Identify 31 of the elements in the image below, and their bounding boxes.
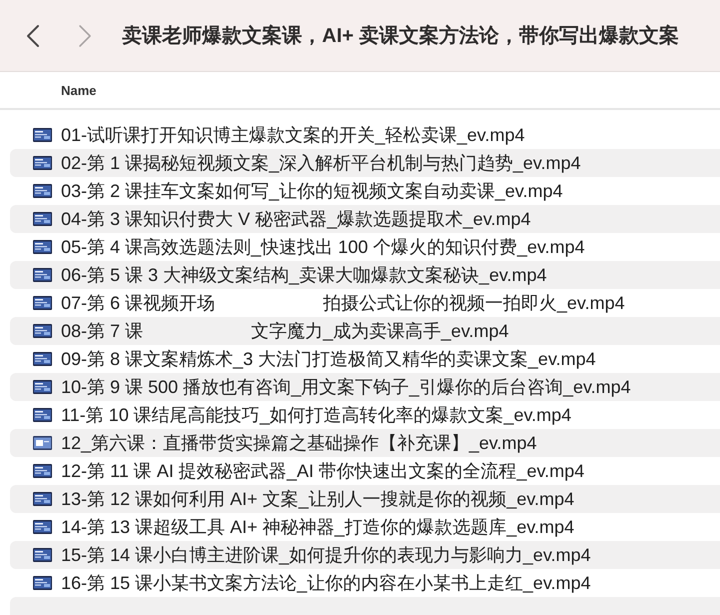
file-name: 10-第 9 课 500 播放也有咨询_用文案下钩子_引爆你的后台咨询_ev.mp4 [61, 376, 631, 399]
file-row[interactable]: 06-第 5 课 3 大神级文案结构_卖课大咖爆款文案秘诀_ev.mp4 [10, 261, 720, 289]
file-row[interactable]: 08-第 7 课 文字魔力_成为卖课高手_ev.mp4 [10, 317, 720, 345]
file-row[interactable]: 15-第 14 课小白博主进阶课_如何提升你的表现力与影响力_ev.mp4 [10, 541, 720, 569]
file-row[interactable]: 04-第 3 课知识付费大 V 秘密武器_爆款选题提取术_ev.mp4 [10, 205, 720, 233]
file-name: 02-第 1 课揭秘短视频文案_深入解析平台机制与热门趋势_ev.mp4 [61, 152, 581, 175]
file-name: 13-第 12 课如何利用 AI+ 文案_让别人一搜就是你的视频_ev.mp4 [61, 488, 574, 511]
window-title: 卖课老师爆款文案课，AI+ 卖课文案方法论，带你写出爆款文案 [122, 23, 680, 49]
file-name: 14-第 13 课超级工具 AI+ 神秘神器_打造你的爆款选题库_ev.mp4 [61, 516, 574, 539]
file-name: 15-第 14 课小白博主进阶课_如何提升你的表现力与影响力_ev.mp4 [61, 544, 591, 567]
file-name: 09-第 8 课文案精炼术_3 大法门打造极简又精华的卖课文案_ev.mp4 [61, 348, 596, 371]
file-row[interactable]: 13-第 12 课如何利用 AI+ 文案_让别人一搜就是你的视频_ev.mp4 [10, 485, 720, 513]
column-header[interactable]: Name [61, 82, 96, 98]
file-name: 01-试听课打开知识博主爆款文案的开关_轻松卖课_ev.mp4 [61, 124, 525, 147]
file-name: 文字魔力_成为卖课高手_ev.mp4 [251, 320, 509, 343]
file-row[interactable]: 12_第六课：直播带货实操篇之基础操作【补充课】_ev.mp4 [10, 429, 720, 457]
file-name: 07-第 6 课视频开场 [61, 292, 216, 315]
file-name: 12-第 11 课 AI 提效秘密武器_AI 带你快速出文案的全流程_ev.mp4 [61, 460, 584, 483]
file-name: 04-第 3 课知识付费大 V 秘密武器_爆款选题提取术_ev.mp4 [61, 208, 531, 231]
file-row[interactable]: 10-第 9 课 500 播放也有咨询_用文案下钩子_引爆你的后台咨询_ev.mp4 [10, 373, 720, 401]
file-name: 16-第 15 课小某书文案方法论_让你的内容在小某书上走红_ev.mp4 [61, 572, 591, 595]
file-name: 03-第 2 课挂车文案如何写_让你的短视频文案自动卖课_ev.mp4 [61, 180, 563, 203]
file-name: 05-第 4 课高效选题法则_快速找出 100 个爆火的知识付费_ev.mp4 [61, 236, 585, 259]
file-name: 08-第 7 课 [61, 320, 144, 343]
file-row[interactable]: 02-第 1 课揭秘短视频文案_深入解析平台机制与热门趋势_ev.mp4 [10, 149, 720, 177]
chevron-left-icon [24, 24, 42, 48]
file-name: 11-第 10 课结尾高能技巧_如何打造高转化率的爆款文案_ev.mp4 [61, 404, 572, 427]
file-name: 12_第六课：直播带货实操篇之基础操作【补充课】_ev.mp4 [61, 432, 537, 455]
back-button[interactable] [24, 24, 42, 48]
file-name: 拍摄公式让你的视频一拍即火_ev.mp4 [323, 292, 625, 315]
file-name: 06-第 5 课 3 大神级文案结构_卖课大咖爆款文案秘诀_ev.mp4 [61, 264, 547, 287]
